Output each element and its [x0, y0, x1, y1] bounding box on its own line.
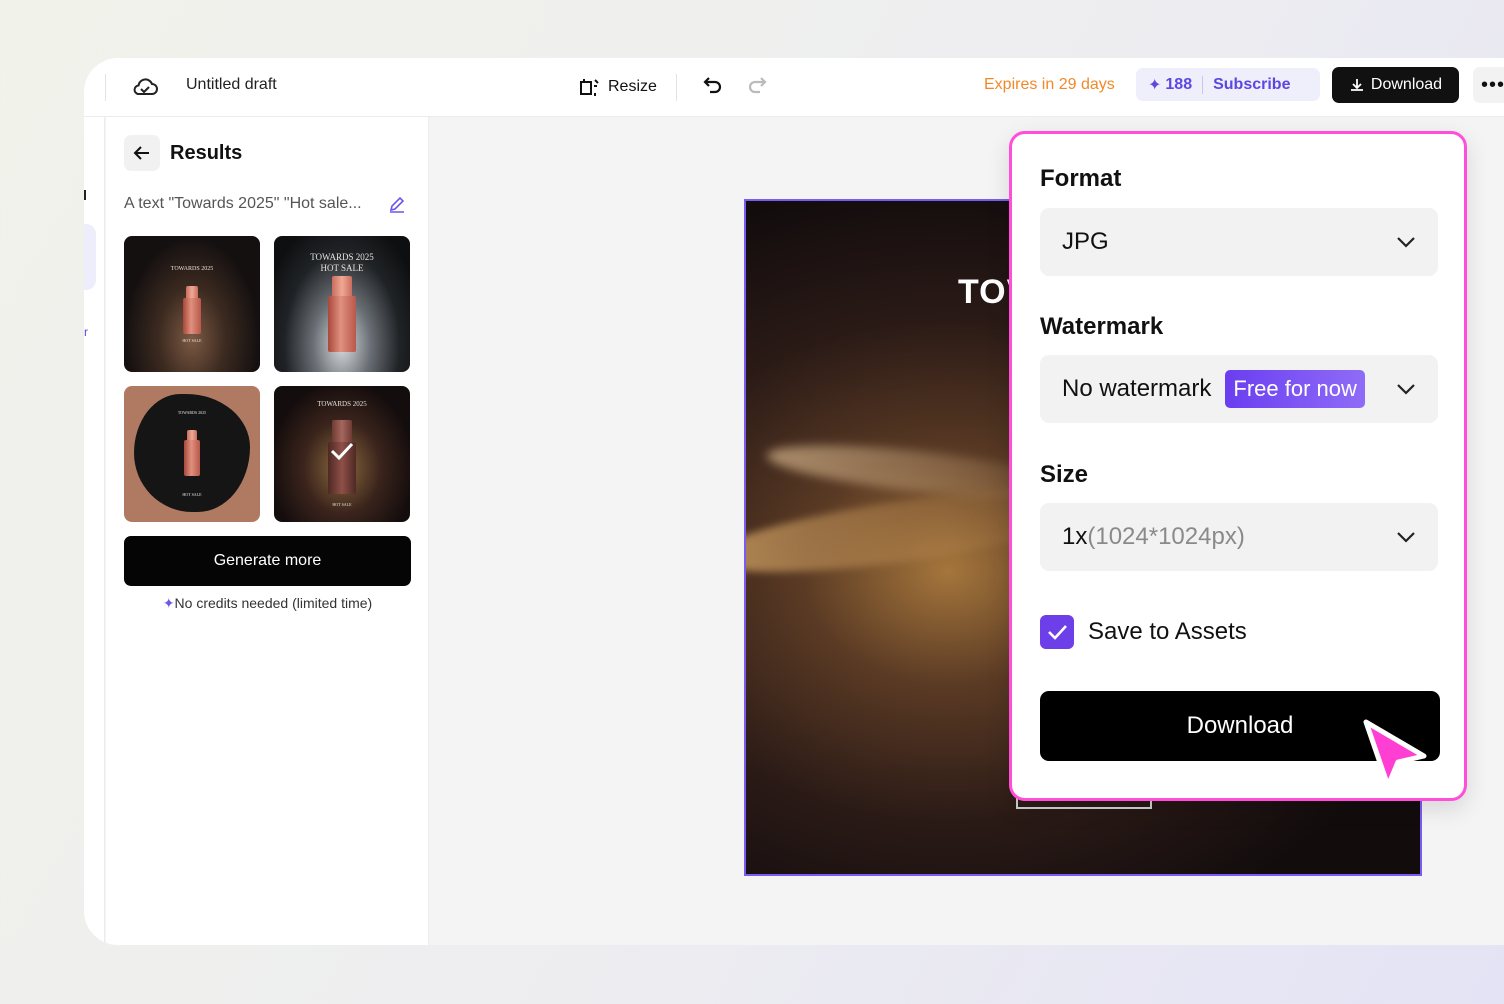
thumbnail-caption: TOWARDS 2025 — [177, 410, 207, 415]
sparkle-icon: ✦ — [162, 595, 175, 611]
thumbnail-caption: TOWARDS 2025 — [317, 400, 367, 408]
chevron-down-icon — [1397, 237, 1415, 248]
arrow-left-icon — [133, 146, 149, 160]
chevron-down-icon — [1397, 532, 1415, 543]
watermark-label: Watermark — [1040, 313, 1164, 340]
format-label: Format — [1040, 165, 1122, 192]
download-label: Download — [1370, 76, 1443, 93]
download-panel: Format JPG Watermark No watermark Free f… — [1009, 131, 1467, 801]
thumbnail-caption: TOWARDS 2025 — [310, 252, 374, 262]
panel-title: Results — [170, 142, 243, 164]
thumbnail-caption: HOT SALE — [320, 263, 364, 273]
thumbnail-caption: TOWARDS 2025 — [170, 266, 214, 272]
download-icon — [1350, 79, 1363, 91]
sparkle-icon: ✦ — [1148, 76, 1162, 94]
credits-count: 188 — [1165, 75, 1193, 93]
divider — [676, 74, 677, 101]
result-thumbnail-selected[interactable]: TOWARDS 2025 HOT SALE — [274, 386, 410, 522]
product-bottle — [184, 430, 200, 476]
size-label: Size — [1040, 461, 1089, 488]
resize-icon — [580, 79, 599, 96]
document-title[interactable]: Untitled draft — [186, 76, 277, 94]
format-value: JPG — [1062, 228, 1109, 255]
left-rail: r — [84, 117, 105, 945]
product-bottle — [328, 276, 356, 352]
divider — [105, 74, 106, 101]
thumbnail-footer: HOT SALE — [332, 502, 352, 507]
cloud-sync-icon[interactable] — [130, 72, 160, 102]
product-bottle — [183, 286, 201, 334]
more-options-button[interactable]: ••• — [1473, 67, 1504, 103]
thumbnail-footer: HOT SALE — [182, 492, 202, 497]
save-to-assets-label[interactable]: Save to Assets — [1088, 618, 1247, 646]
size-select[interactable]: 1x (1024*1024px) — [1040, 503, 1438, 571]
checkmark-icon — [330, 442, 354, 461]
subscribe-link[interactable]: Subscribe — [1213, 76, 1290, 94]
undo-icon[interactable] — [700, 73, 724, 97]
top-bar: Untitled draft Resize Expires in 29 days… — [84, 58, 1504, 117]
divider — [1202, 75, 1204, 94]
size-detail: (1024*1024px) — [1087, 523, 1245, 550]
redo-icon[interactable] — [746, 73, 770, 97]
expiry-notice: Expires in 29 days — [984, 76, 1115, 93]
save-to-assets-checkbox[interactable] — [1040, 615, 1074, 649]
credits-pill[interactable]: ✦ 188 Subscribe — [1136, 68, 1320, 101]
download-button-top[interactable]: Download — [1332, 67, 1459, 103]
thumbnail-footer: HOT SALE — [182, 338, 202, 343]
pencil-icon[interactable] — [387, 194, 407, 214]
back-button[interactable] — [124, 135, 160, 171]
rail-marker — [84, 190, 86, 200]
resize-button[interactable]: Resize — [572, 70, 663, 104]
credits-note: ✦No credits needed (limited time) — [124, 595, 411, 612]
size-value: 1x — [1062, 523, 1088, 550]
pointer-cursor-icon — [1363, 719, 1427, 789]
watermark-select[interactable]: No watermark Free for now — [1040, 355, 1438, 423]
rail-active-item[interactable] — [84, 224, 96, 290]
resize-label: Resize — [608, 78, 657, 95]
credits-note-text: No credits needed (limited time) — [174, 595, 373, 611]
watermark-value: No watermark — [1062, 375, 1212, 402]
result-thumbnail[interactable]: TOWARDS 2025 HOT SALE — [124, 236, 260, 372]
checkmark-icon — [1048, 625, 1067, 640]
result-thumbnail[interactable]: TOWARDS 2025 HOT SALE — [124, 386, 260, 522]
format-select[interactable]: JPG — [1040, 208, 1438, 276]
prompt-text: A text "Towards 2025" "Hot sale... — [124, 195, 362, 212]
generate-more-button[interactable]: Generate more — [124, 536, 411, 586]
chevron-down-icon — [1397, 384, 1415, 395]
rail-label: r — [84, 325, 88, 339]
result-thumbnail[interactable]: TOWARDS 2025 HOT SALE — [274, 236, 410, 372]
free-badge: Free for now — [1225, 370, 1365, 408]
